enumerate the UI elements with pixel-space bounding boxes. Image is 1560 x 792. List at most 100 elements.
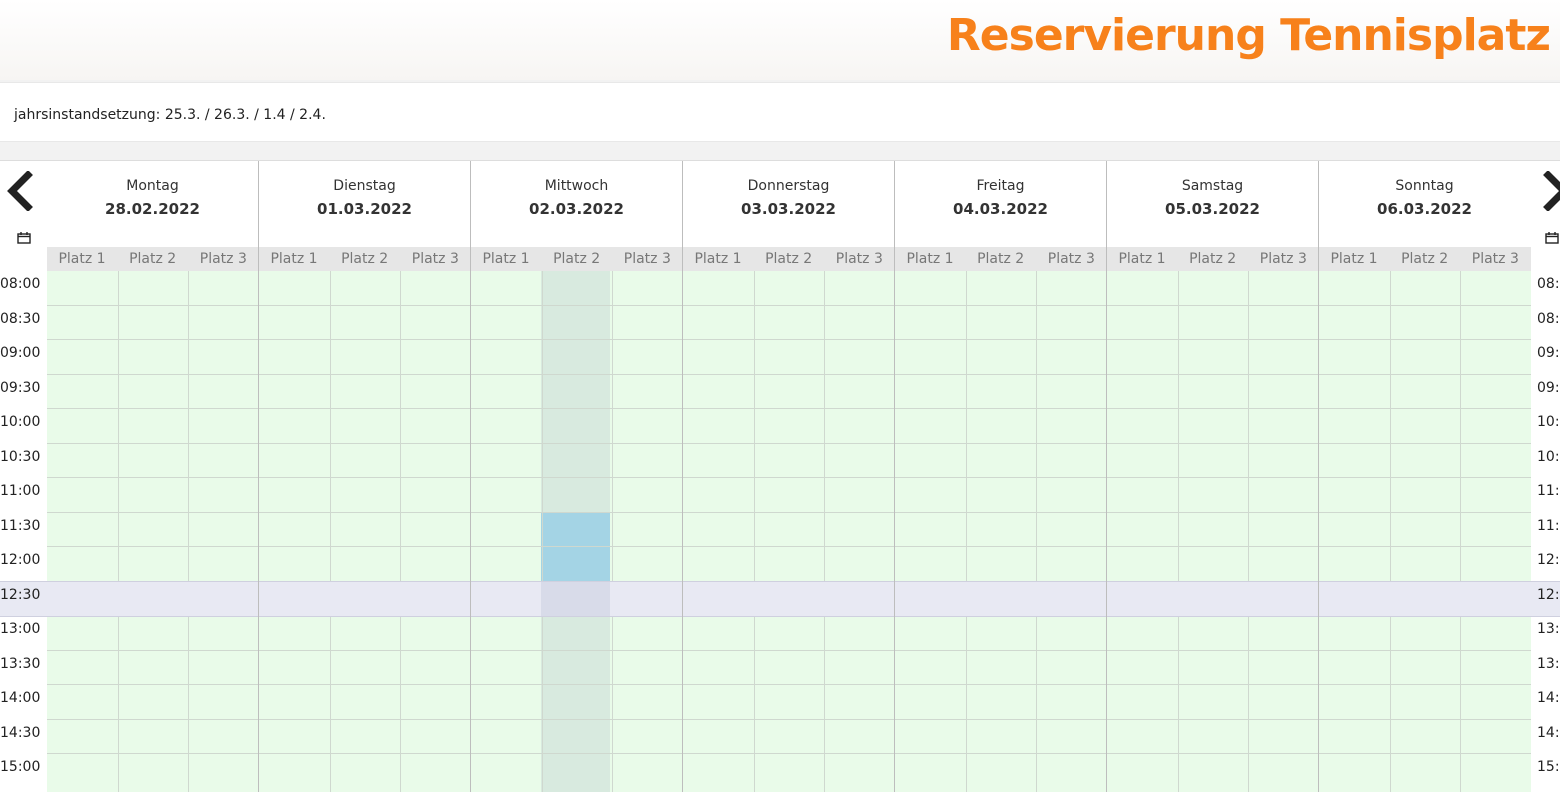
time-label: 14:30 — [0, 725, 41, 741]
time-label-right: 12: — [1537, 587, 1560, 603]
slot-divider — [47, 753, 1531, 754]
court-label: Platz 3 — [1471, 251, 1519, 267]
slot-divider — [47, 339, 1531, 340]
page-title: Reservierung Tennisplatz — [946, 10, 1551, 61]
day-name: Samstag — [1181, 178, 1244, 194]
court-label: Platz 2 — [341, 251, 389, 267]
day-date: 03.03.2022 — [741, 200, 836, 218]
prev-week-button[interactable] — [4, 170, 36, 219]
notice-bar: jahrsinstandsetzung: 25.3. / 26.3. / 1.4… — [0, 82, 1560, 142]
calendar-icon[interactable] — [1545, 232, 1559, 244]
court-label: Platz 2 — [129, 251, 177, 267]
time-label: 12:30 — [0, 587, 41, 603]
current-time-row — [0, 581, 1560, 617]
court-label: Platz 2 — [765, 251, 813, 267]
time-label-right: 11: — [1537, 483, 1560, 499]
time-label-right: 08: — [1537, 311, 1560, 327]
day-name: Mittwoch — [544, 178, 609, 194]
time-label-right: 13: — [1537, 621, 1560, 637]
court-divider — [966, 271, 967, 792]
day-header: Dienstag 01.03.2022 — [259, 161, 470, 247]
court-label: Platz 3 — [623, 251, 671, 267]
court-label: Platz 2 — [553, 251, 601, 267]
court-divider — [118, 271, 119, 792]
slot-divider — [47, 477, 1531, 478]
day-name: Montag — [126, 178, 179, 194]
day-name: Sonntag — [1395, 178, 1454, 194]
court-divider — [330, 271, 331, 792]
court-divider — [1178, 271, 1179, 792]
court-divider — [612, 271, 613, 792]
time-label-right: 14: — [1537, 690, 1560, 706]
time-label-right: 10: — [1537, 449, 1560, 465]
court-label: Platz 1 — [694, 251, 742, 267]
day-header: Donnerstag 03.03.2022 — [683, 161, 894, 247]
time-label: 12:00 — [0, 552, 41, 568]
time-label-right: 08: — [1537, 276, 1560, 292]
time-label: 13:00 — [0, 621, 41, 637]
day-separator — [1318, 161, 1319, 792]
day-date: 01.03.2022 — [317, 200, 412, 218]
time-label: 08:30 — [0, 311, 41, 327]
time-label-right: 09: — [1537, 380, 1560, 396]
day-separator — [258, 161, 259, 792]
day-header: Mittwoch 02.03.2022 — [471, 161, 682, 247]
header: Reservierung Tennisplatz — [0, 0, 1560, 80]
court-divider — [542, 271, 543, 792]
time-label: 10:30 — [0, 449, 41, 465]
day-date: 04.03.2022 — [953, 200, 1048, 218]
booking-calendar: Platz 1 Platz 2 Platz 3 Platz 1 Platz 2 Platz… — [0, 160, 1560, 792]
time-label-right: 12: — [1537, 552, 1560, 568]
day-name: Dienstag — [333, 178, 396, 194]
slot-divider — [47, 650, 1531, 651]
court-label: Platz 3 — [411, 251, 459, 267]
calendar-icon[interactable] — [17, 232, 31, 244]
chevron-right-icon — [1543, 170, 1560, 212]
court-divider — [1460, 271, 1461, 792]
day-header: Freitag 04.03.2022 — [895, 161, 1106, 247]
next-week-button[interactable] — [1540, 170, 1560, 219]
court-label: Platz 1 — [58, 251, 106, 267]
slot-divider — [47, 684, 1531, 685]
court-divider — [188, 271, 189, 792]
slot-divider — [47, 374, 1531, 375]
slot-divider — [47, 719, 1531, 720]
day-date: 02.03.2022 — [529, 200, 624, 218]
court-label: Platz 1 — [1330, 251, 1378, 267]
day-date: 28.02.2022 — [105, 200, 200, 218]
court-label: Platz 3 — [1259, 251, 1307, 267]
time-label: 15:00 — [0, 759, 41, 775]
chevron-left-icon — [7, 170, 33, 212]
court-label: Platz 2 — [1401, 251, 1449, 267]
court-label: Platz 3 — [199, 251, 247, 267]
notice-text: jahrsinstandsetzung: 25.3. / 26.3. / 1.4… — [14, 107, 326, 123]
slot-divider — [47, 546, 1531, 547]
time-label: 11:30 — [0, 518, 41, 534]
time-label-right: 13: — [1537, 656, 1560, 672]
slot-divider — [47, 305, 1531, 306]
time-label: 10:00 — [0, 414, 41, 430]
slot-divider — [47, 408, 1531, 409]
day-separator — [470, 161, 471, 792]
day-name: Donnerstag — [747, 178, 830, 194]
court-label: Platz 1 — [482, 251, 530, 267]
court-label: Platz 2 — [977, 251, 1025, 267]
time-label-right: 09: — [1537, 345, 1560, 361]
time-label: 13:30 — [0, 656, 41, 672]
court-divider — [400, 271, 401, 792]
time-label-right: 10: — [1537, 414, 1560, 430]
day-separator — [894, 161, 895, 792]
court-label: Platz 3 — [1047, 251, 1095, 267]
current-time-today-cell — [541, 582, 610, 616]
day-header: Samstag 05.03.2022 — [1107, 161, 1318, 247]
slot-divider — [47, 512, 1531, 513]
day-name: Freitag — [976, 178, 1025, 194]
day-header: Sonntag 06.03.2022 — [1319, 161, 1530, 247]
day-header: Montag 28.02.2022 — [47, 161, 258, 247]
slot-divider — [47, 443, 1531, 444]
court-label: Platz 1 — [1118, 251, 1166, 267]
schedule-grid — [47, 271, 1531, 792]
court-divider — [824, 271, 825, 792]
court-divider — [754, 271, 755, 792]
court-divider — [1036, 271, 1037, 792]
